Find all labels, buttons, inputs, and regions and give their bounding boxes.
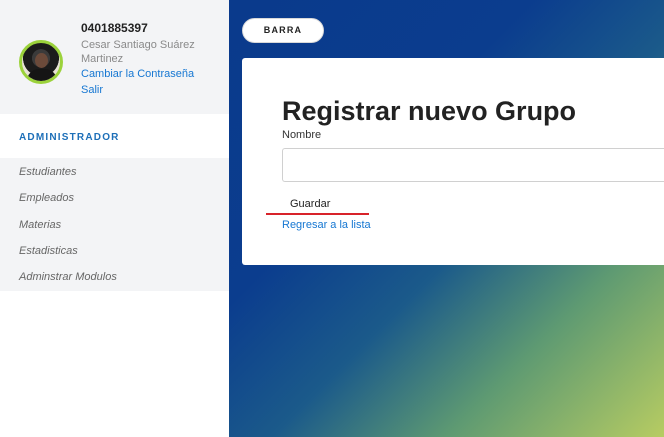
avatar bbox=[19, 40, 63, 84]
sidebar-item-estadisticas[interactable]: Estadisticas bbox=[19, 245, 78, 257]
guardar-button[interactable]: Guardar bbox=[290, 198, 330, 210]
guardar-underline bbox=[266, 213, 369, 215]
user-id: 0401885397 bbox=[81, 21, 148, 35]
sidebar-item-estudiantes[interactable]: Estudiantes bbox=[19, 166, 76, 178]
barra-button[interactable]: BARRA bbox=[242, 18, 324, 43]
sidebar: 0401885397 Cesar Santiago Suárez Martine… bbox=[0, 0, 229, 437]
user-profile-panel: 0401885397 Cesar Santiago Suárez Martine… bbox=[0, 0, 229, 114]
sidebar-item-empleados[interactable]: Empleados bbox=[19, 192, 74, 204]
back-to-list-link[interactable]: Regresar a la lista bbox=[282, 219, 371, 231]
change-password-link[interactable]: Cambiar la Contraseña bbox=[81, 68, 194, 80]
sidebar-section-title: ADMINISTRADOR bbox=[19, 132, 120, 143]
user-name: Cesar Santiago Suárez Martinez bbox=[81, 39, 195, 65]
page-title: Registrar nuevo Grupo bbox=[282, 96, 577, 126]
sidebar-item-materias[interactable]: Materias bbox=[19, 219, 61, 231]
nombre-input[interactable] bbox=[282, 148, 664, 182]
form-card: Registrar nuevo Grupo Nombre Guardar Reg… bbox=[242, 58, 664, 265]
sidebar-item-modulos[interactable]: Adminstrar Modulos bbox=[19, 271, 117, 283]
logout-link[interactable]: Salir bbox=[81, 84, 103, 96]
sidebar-menu: Estudiantes Empleados Materias Estadisti… bbox=[0, 158, 229, 291]
nombre-label: Nombre bbox=[282, 129, 322, 141]
